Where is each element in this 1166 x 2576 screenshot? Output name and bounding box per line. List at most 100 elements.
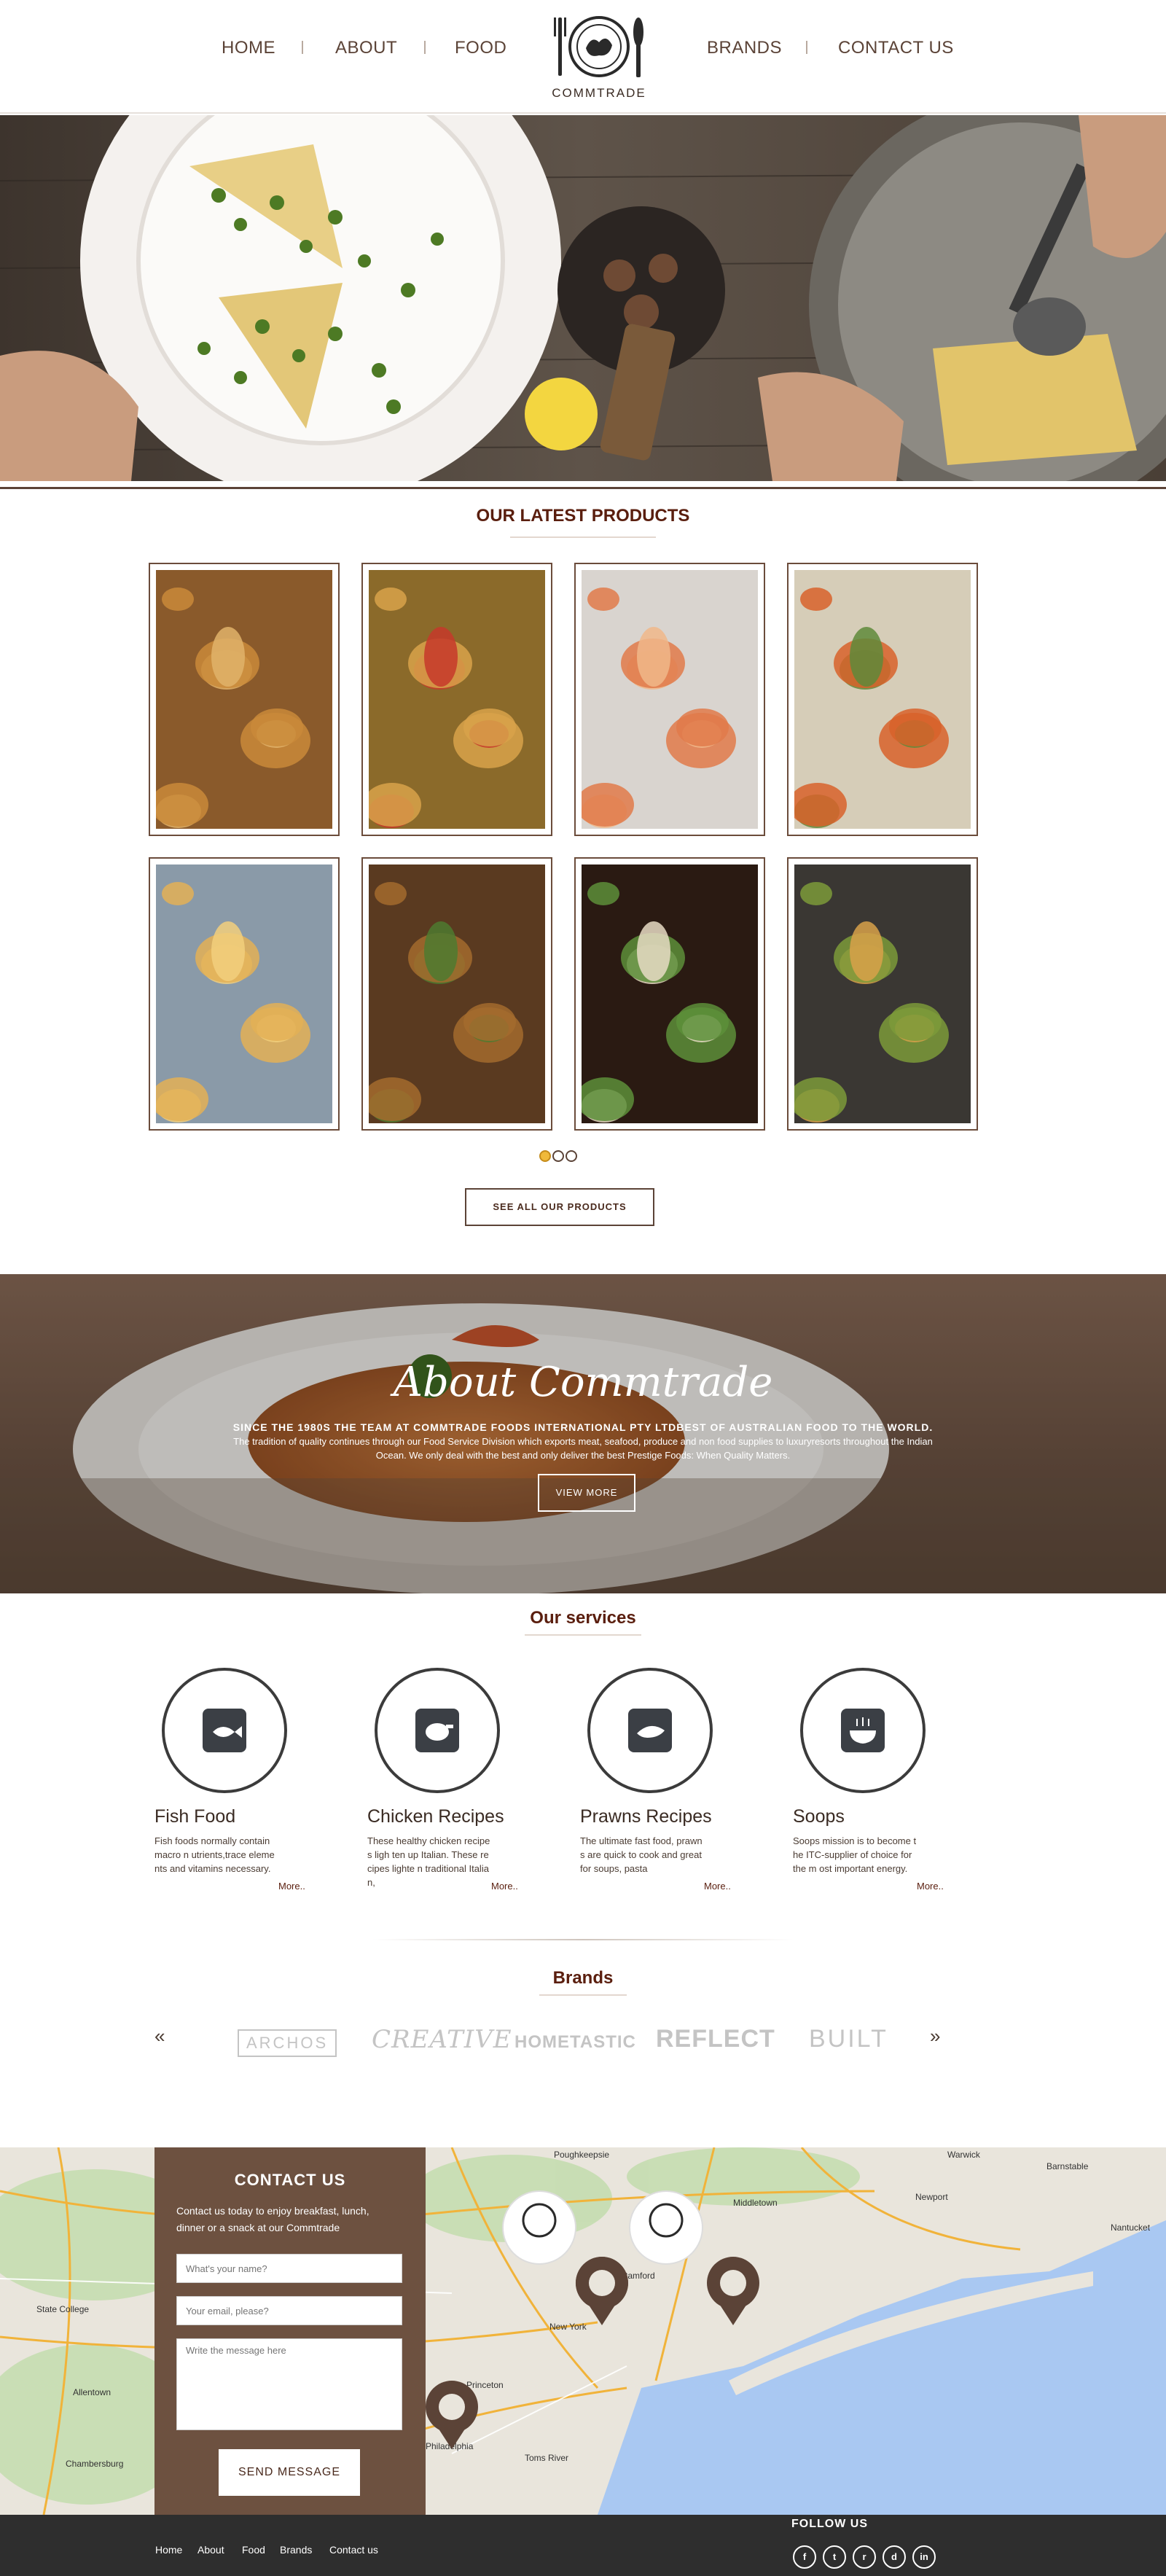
service-title: Chicken Recipes: [367, 1806, 504, 1827]
carousel-dot-active[interactable]: [539, 1150, 551, 1162]
logo-plate-icon: [554, 16, 643, 77]
about-banner-image: [0, 1274, 1166, 1593]
product-card[interactable]: [149, 857, 340, 1131]
service-more-link[interactable]: More..: [917, 1881, 944, 1892]
map-label: Chambersburg: [66, 2459, 123, 2469]
product-card[interactable]: [574, 857, 765, 1131]
nav-brands[interactable]: BRANDS: [707, 38, 782, 58]
about-title: About Commtrade: [393, 1359, 773, 1406]
see-all-products-button[interactable]: SEE ALL OUR PRODUCTS: [465, 1188, 654, 1226]
site-logo[interactable]: COMMTRADE: [548, 10, 650, 104]
service-more-link[interactable]: More..: [278, 1881, 305, 1892]
footer-link-home[interactable]: Home: [155, 2544, 182, 2556]
carousel-pagination: [539, 1150, 627, 1165]
service-description: These healthy chicken recipes ligh ten u…: [367, 1835, 490, 1888]
name-input[interactable]: [176, 2254, 402, 2283]
brands-prev-arrow[interactable]: «: [154, 2025, 165, 2048]
footer-link-food[interactable]: Food: [242, 2544, 265, 2556]
product-image: [794, 864, 971, 1123]
service-circle[interactable]: [162, 1668, 287, 1793]
twitter-icon[interactable]: t: [823, 2545, 846, 2569]
carousel-dot[interactable]: [552, 1150, 564, 1162]
send-message-button[interactable]: SEND MESSAGE: [219, 2449, 360, 2496]
service-description: Fish foods normally contain macro n utri…: [154, 1835, 275, 1874]
map-label: New York: [549, 2322, 587, 2332]
service-title: Fish Food: [154, 1806, 236, 1827]
service-more-link[interactable]: More..: [704, 1881, 731, 1892]
dribbble-icon[interactable]: d: [883, 2545, 906, 2569]
product-card[interactable]: [149, 563, 340, 836]
rss-icon[interactable]: r: [853, 2545, 876, 2569]
hero-banner-image: [0, 115, 1166, 481]
brands-next-arrow[interactable]: »: [930, 2025, 940, 2048]
map-label: Middletown: [733, 2198, 778, 2208]
email-input[interactable]: [176, 2296, 402, 2325]
product-image: [369, 864, 545, 1123]
contact-intro: Contact us today to enjoy breakfast, lun…: [176, 2205, 369, 2233]
service-description: Soops mission is to become the ITC-suppl…: [793, 1835, 917, 1874]
brand-logo-archos[interactable]: ARCHOS: [238, 2029, 337, 2057]
section-divider: [372, 1939, 794, 1940]
map-label: Poughkeepsie: [554, 2150, 609, 2160]
map-label: Toms River: [525, 2453, 568, 2463]
service-more-link[interactable]: More..: [491, 1881, 518, 1892]
products-heading: OUR LATEST PRODUCTS: [476, 506, 690, 526]
product-card[interactable]: [787, 857, 978, 1131]
contact-title: CONTACT US: [234, 2171, 346, 2189]
brand-logo-creative[interactable]: CREATIVE: [372, 2025, 512, 2054]
footer-link-brands[interactable]: Brands: [280, 2544, 312, 2556]
fish-icon: [203, 1709, 246, 1752]
heading-underline: [539, 1994, 627, 1996]
product-card[interactable]: [361, 563, 552, 836]
nav-separator: [424, 41, 426, 54]
brand-logo-hometastic[interactable]: HOMETASTIC: [514, 2032, 636, 2053]
brand-logo-built[interactable]: BUILT: [809, 2025, 888, 2053]
service-title: Soops: [793, 1806, 845, 1827]
prawn-icon: [628, 1709, 672, 1752]
chicken-icon: [415, 1709, 459, 1752]
logo-text: COMMTRADE: [552, 86, 646, 100]
message-textarea[interactable]: [176, 2338, 402, 2430]
heading-underline: [510, 536, 656, 538]
footer-link-contact[interactable]: Contact us: [329, 2544, 378, 2556]
service-circle[interactable]: [800, 1668, 926, 1793]
product-card[interactable]: [361, 857, 552, 1131]
nav-separator: [806, 41, 807, 54]
map-label: Princeton: [466, 2380, 504, 2390]
follow-us-label: FOLLOW US: [791, 2518, 868, 2530]
map-label: Newport: [915, 2192, 948, 2202]
about-lead: SINCE THE 1980S THE TEAM AT COMMTRADE FO…: [232, 1421, 934, 1433]
nav-food[interactable]: FOOD: [455, 38, 506, 58]
heading-underline: [525, 1634, 641, 1636]
nav-about[interactable]: ABOUT: [335, 38, 397, 58]
services-heading: Our services: [530, 1608, 636, 1628]
facebook-icon[interactable]: f: [793, 2545, 816, 2569]
site-header: HOME ABOUT FOOD COMMTRADE BRANDS CONTACT…: [0, 0, 1166, 114]
map-label: State College: [36, 2304, 89, 2314]
footer-link-about[interactable]: About: [197, 2544, 224, 2556]
product-image: [156, 864, 332, 1123]
map-label: Allentown: [73, 2387, 111, 2397]
product-card[interactable]: [787, 563, 978, 836]
product-image: [156, 570, 332, 829]
product-image: [582, 864, 758, 1123]
linkedin-icon[interactable]: in: [912, 2545, 936, 2569]
brand-logo-reflect[interactable]: REFLECT: [656, 2025, 775, 2053]
product-card[interactable]: [574, 563, 765, 836]
product-image: [794, 570, 971, 829]
soup-bowl-icon: [841, 1709, 885, 1752]
map-label: Barnstable: [1046, 2161, 1089, 2171]
nav-home[interactable]: HOME: [222, 38, 275, 58]
service-description: The ultimate fast food, prawns are quick…: [580, 1835, 703, 1874]
nav-separator: [302, 41, 303, 54]
carousel-dot[interactable]: [566, 1150, 577, 1162]
service-circle[interactable]: [375, 1668, 500, 1793]
brands-heading: Brands: [552, 1968, 614, 1988]
view-more-button[interactable]: VIEW MORE: [538, 1474, 635, 1512]
map-label: Warwick: [947, 2150, 981, 2160]
service-circle[interactable]: [587, 1668, 713, 1793]
product-image: [582, 570, 758, 829]
nav-contact[interactable]: CONTACT US: [838, 38, 954, 58]
hero-divider: [0, 487, 1166, 489]
map-label: Nantucket: [1111, 2222, 1151, 2233]
